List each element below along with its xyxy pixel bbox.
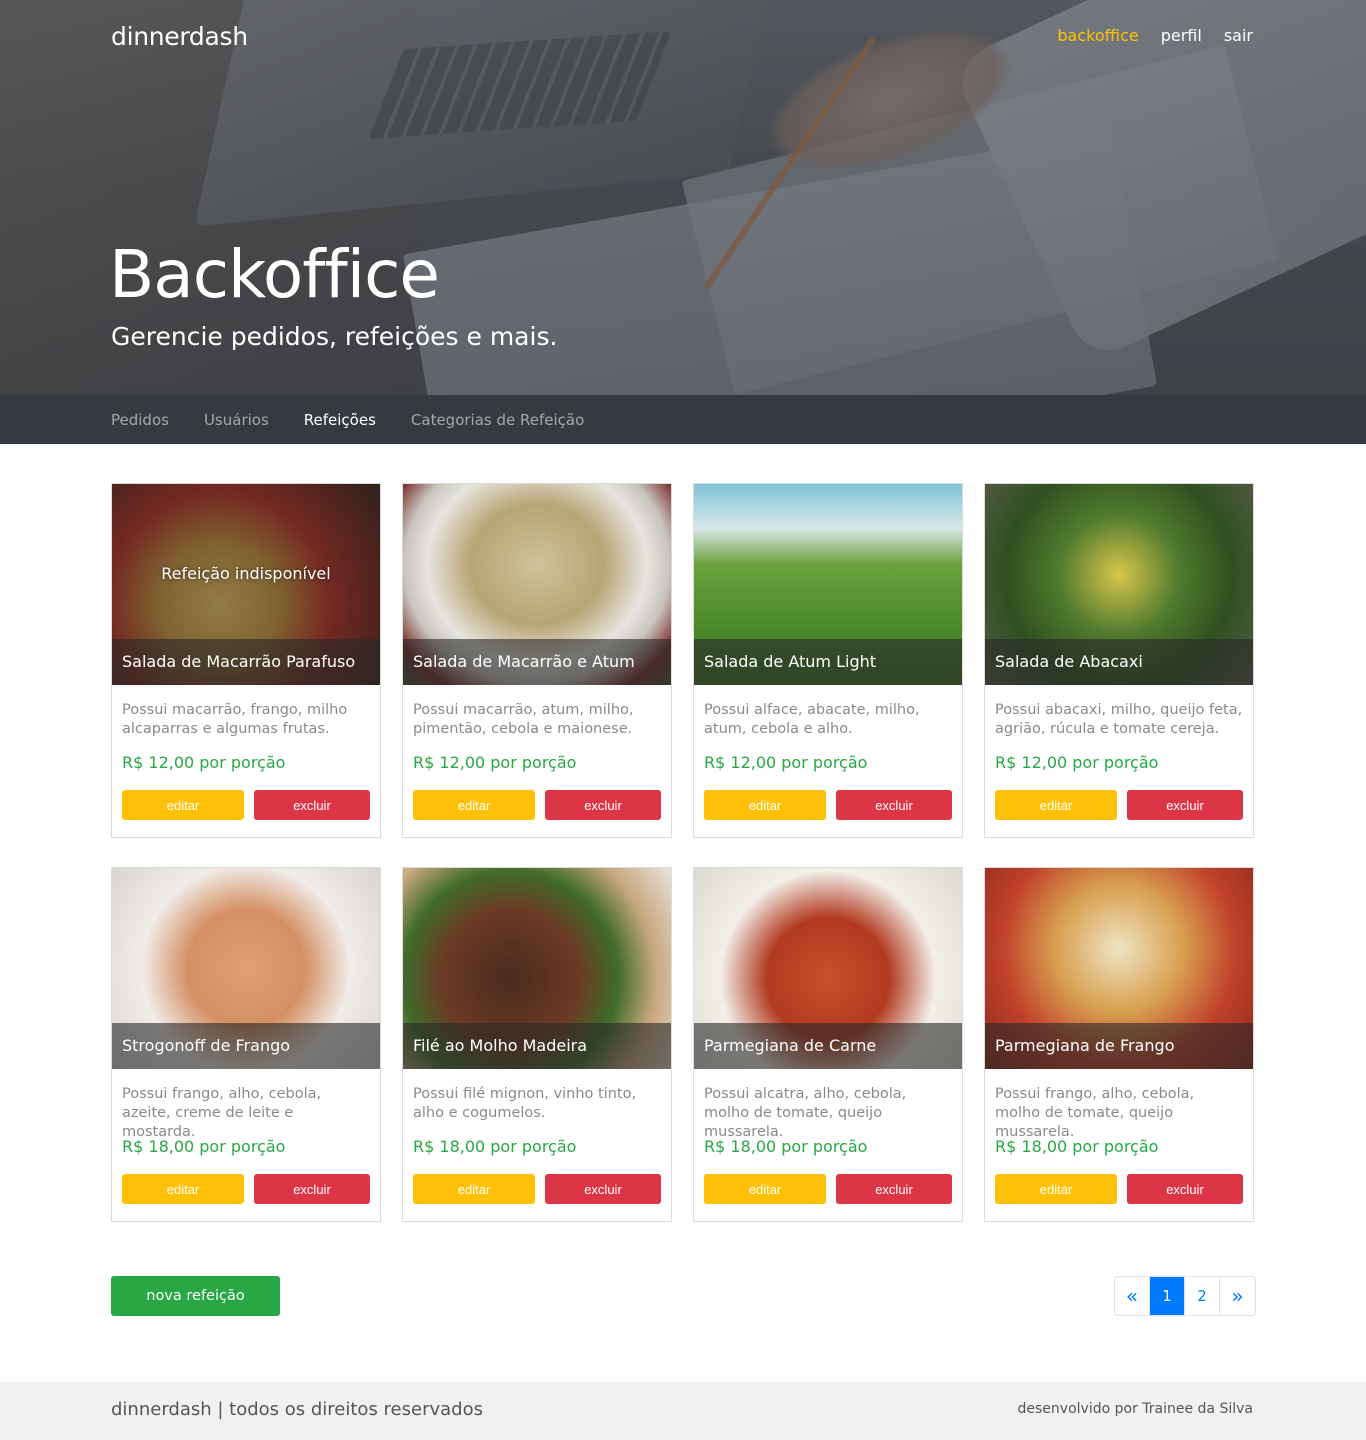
hero-banner: dinnerdash backoffice perfil sair Backof…: [0, 0, 1366, 395]
subnav-item-usuarios[interactable]: Usuários: [204, 411, 269, 429]
nav-link-backoffice[interactable]: backoffice: [1057, 26, 1138, 45]
meal-name: Parmegiana de Frango: [985, 1023, 1253, 1069]
meal-price: R$ 18,00 por porção: [413, 1137, 577, 1156]
meal-description: Possui abacaxi, milho, queijo feta, agri…: [995, 702, 1243, 737]
meal-price: R$ 12,00 por porção: [704, 753, 868, 772]
pagination-next-icon[interactable]: »: [1220, 1277, 1255, 1315]
pagination-prev-icon[interactable]: «: [1115, 1277, 1150, 1315]
edit-button[interactable]: editar: [413, 790, 535, 820]
meal-name: Strogonoff de Frango: [112, 1023, 380, 1069]
page-title: Backoffice: [109, 236, 440, 313]
meal-image: Refeição indisponível Salada de Macarrão…: [112, 484, 380, 685]
delete-button[interactable]: excluir: [836, 1174, 952, 1204]
meal-name: Salada de Macarrão e Atum: [403, 639, 671, 685]
backoffice-subnav: Pedidos Usuários Refeições Categorias de…: [0, 395, 1366, 444]
meal-price: R$ 18,00 por porção: [995, 1137, 1159, 1156]
footer: dinnerdash | todos os direitos reservado…: [0, 1382, 1366, 1440]
edit-button[interactable]: editar: [704, 790, 826, 820]
edit-button[interactable]: editar: [413, 1174, 535, 1204]
meal-price: R$ 18,00 por porção: [122, 1137, 286, 1156]
meal-card: Strogonoff de Frango Possui frango, alho…: [111, 867, 381, 1222]
delete-button[interactable]: excluir: [1127, 1174, 1243, 1204]
meal-image: Salada de Macarrão e Atum: [403, 484, 671, 685]
nav-link-perfil[interactable]: perfil: [1161, 26, 1202, 45]
meal-card: Parmegiana de Carne Possui alcatra, alho…: [693, 867, 963, 1222]
edit-button[interactable]: editar: [995, 790, 1117, 820]
meal-image: Salada de Abacaxi: [985, 484, 1253, 685]
meal-description: Possui frango, alho, cebola, molho de to…: [995, 1086, 1195, 1140]
meal-price: R$ 18,00 por porção: [704, 1137, 868, 1156]
edit-button[interactable]: editar: [122, 790, 244, 820]
delete-button[interactable]: excluir: [254, 1174, 370, 1204]
edit-button[interactable]: editar: [704, 1174, 826, 1204]
brand-logo[interactable]: dinnerdash: [111, 22, 248, 51]
meal-card: Refeição indisponível Salada de Macarrão…: [111, 483, 381, 838]
meal-image: Strogonoff de Frango: [112, 868, 380, 1069]
meal-description: Possui alcatra, alho, cebola, molho de t…: [704, 1086, 907, 1140]
meal-name: Salada de Atum Light: [694, 639, 962, 685]
delete-button[interactable]: excluir: [545, 1174, 661, 1204]
meal-card: Filé ao Molho Madeira Possui filé mignon…: [402, 867, 672, 1222]
footer-credits: desenvolvido por Trainee da Silva: [1017, 1401, 1253, 1417]
delete-button[interactable]: excluir: [545, 790, 661, 820]
footer-copyright: dinnerdash | todos os direitos reservado…: [111, 1399, 483, 1420]
meal-grid: Refeição indisponível Salada de Macarrão…: [111, 483, 1254, 1222]
subnav-item-refeicoes[interactable]: Refeições: [304, 411, 376, 429]
delete-button[interactable]: excluir: [1127, 790, 1243, 820]
subnav-item-categorias[interactable]: Categorias de Refeição: [411, 411, 584, 429]
meal-card: Salada de Macarrão e Atum Possui macarrã…: [402, 483, 672, 838]
new-meal-button[interactable]: nova refeição: [111, 1276, 280, 1316]
subnav-item-pedidos[interactable]: Pedidos: [111, 411, 169, 429]
meal-name: Filé ao Molho Madeira: [403, 1023, 671, 1069]
meal-name: Salada de Macarrão Parafuso: [112, 639, 380, 685]
meal-price: R$ 12,00 por porção: [122, 753, 286, 772]
page-subtitle: Gerencie pedidos, refeições e mais.: [111, 322, 558, 351]
meal-name: Salada de Abacaxi: [985, 639, 1253, 685]
nav-link-sair[interactable]: sair: [1224, 26, 1253, 45]
top-nav: backoffice perfil sair: [1057, 26, 1253, 45]
pagination-page-1[interactable]: 1: [1150, 1277, 1185, 1315]
meal-description: Possui frango, alho, cebola, azeite, cre…: [122, 1086, 322, 1140]
meal-card: Salada de Abacaxi Possui abacaxi, milho,…: [984, 483, 1254, 838]
meal-price: R$ 12,00 por porção: [413, 753, 577, 772]
edit-button[interactable]: editar: [995, 1174, 1117, 1204]
meal-image: Parmegiana de Carne: [694, 868, 962, 1069]
pagination-page-2[interactable]: 2: [1185, 1277, 1220, 1315]
meal-description: Possui alface, abacate, milho, atum, ceb…: [704, 702, 920, 737]
pagination: « 1 2 »: [1114, 1276, 1256, 1316]
meal-image: Filé ao Molho Madeira: [403, 868, 671, 1069]
meal-description: Possui macarrão, frango, milho alcaparra…: [122, 702, 348, 737]
delete-button[interactable]: excluir: [254, 790, 370, 820]
meal-name: Parmegiana de Carne: [694, 1023, 962, 1069]
meal-price: R$ 12,00 por porção: [995, 753, 1159, 772]
meal-card: Salada de Atum Light Possui alface, abac…: [693, 483, 963, 838]
meal-card: Parmegiana de Frango Possui frango, alho…: [984, 867, 1254, 1222]
meal-image: Salada de Atum Light: [694, 484, 962, 685]
edit-button[interactable]: editar: [122, 1174, 244, 1204]
meal-description: Possui macarrão, atum, milho, pimentão, …: [413, 702, 634, 737]
meal-description: Possui filé mignon, vinho tinto, alho e …: [413, 1086, 637, 1121]
delete-button[interactable]: excluir: [836, 790, 952, 820]
meal-image: Parmegiana de Frango: [985, 868, 1253, 1069]
unavailable-label: Refeição indisponível: [161, 564, 331, 583]
